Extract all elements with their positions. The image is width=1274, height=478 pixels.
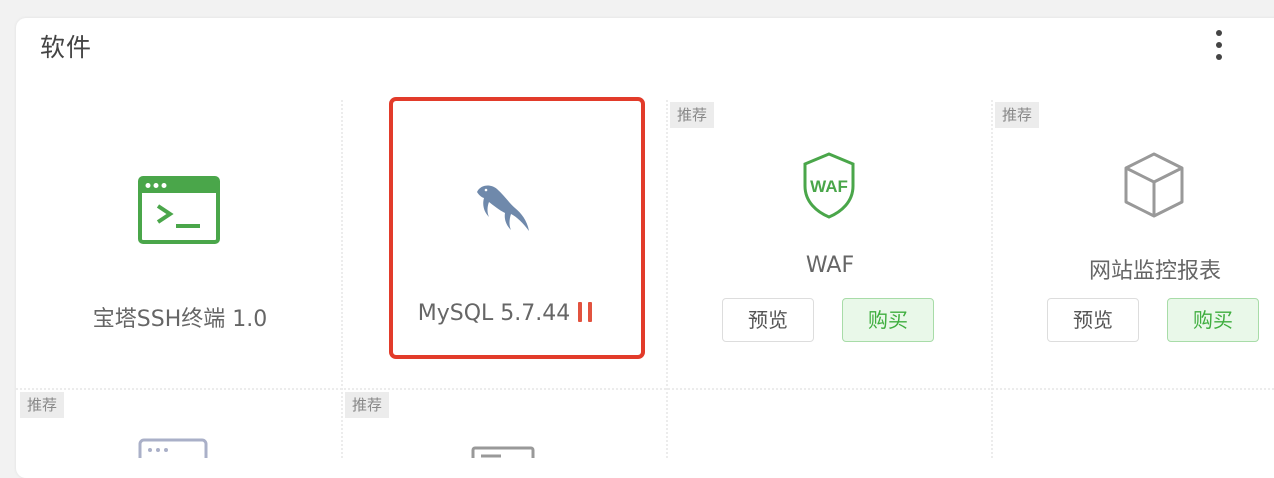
waf-shield-icon: WAF <box>803 152 855 219</box>
recommend-badge: 推荐 <box>670 102 715 128</box>
preview-button[interactable]: 预览 <box>1047 298 1139 342</box>
recommend-badge: 推荐 <box>995 102 1040 128</box>
buy-button[interactable]: 购买 <box>1167 298 1259 342</box>
monitor-icon <box>471 446 535 458</box>
panel-title: 软件 <box>40 33 93 62</box>
software-name: 宝塔SSH终端 1.0 <box>92 307 268 332</box>
selection-highlight <box>389 97 645 359</box>
svg-text:WAF: WAF <box>810 177 848 196</box>
software-card-waf[interactable]: 推荐 WAF WAF 预览 购买 <box>668 100 992 390</box>
preview-button[interactable]: 预览 <box>722 298 814 342</box>
software-name: WAF <box>805 253 855 278</box>
recommend-badge: 推荐 <box>345 392 390 418</box>
software-name: 网站监控报表 <box>1088 259 1221 284</box>
more-options-icon[interactable] <box>1213 30 1225 60</box>
server-icon <box>138 438 208 458</box>
software-card-row2-1[interactable]: 推荐 <box>18 390 342 458</box>
buy-button[interactable]: 购买 <box>842 298 934 342</box>
terminal-icon <box>138 176 220 244</box>
software-card-site-monitor-report[interactable]: 推荐 网站监控报表 预览 购买 <box>993 100 1274 390</box>
software-card-ssh-terminal[interactable]: 宝塔SSH终端 1.0 <box>18 100 342 390</box>
software-card-row2-2[interactable]: 推荐 <box>343 390 667 458</box>
cube-icon <box>1124 152 1184 218</box>
recommend-badge: 推荐 <box>20 392 65 418</box>
